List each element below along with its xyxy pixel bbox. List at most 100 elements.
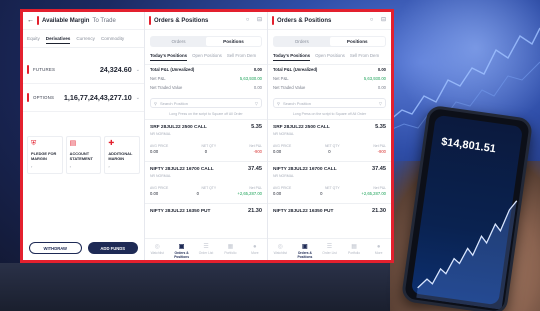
filter-icon[interactable]: ▽ (255, 101, 258, 106)
search-position-input[interactable]: ⚲ Search Position ▽ (273, 98, 386, 108)
square-off-hint: Long Press on the script to Square off A… (145, 110, 267, 120)
position-ltp: 5.35 (251, 124, 262, 130)
position-ltp: 37.45 (248, 166, 262, 172)
orders-segment[interactable]: Orders (274, 37, 330, 46)
tab-open-positions[interactable]: Open Positions (192, 53, 222, 61)
net-traded-row: Net Traded Value 0.00 (268, 83, 391, 92)
position-product: NR NORMAL (273, 132, 295, 136)
position-ltp: 5.35 (375, 124, 386, 130)
pledge-card[interactable]: ⛨ PLEDGE FOR MARGIN › (27, 136, 63, 174)
statement-card[interactable]: ▤ ACCOUNT STATEMENT › (65, 136, 102, 174)
options-row[interactable]: OPTIONS 1,16,77,24,43,277.10 ⌄ (23, 84, 144, 112)
search-position-input[interactable]: ⚲ Search Position ▽ (150, 98, 262, 108)
tab-commodity[interactable]: Commodity (101, 36, 124, 44)
position-product: NR NORMAL (150, 174, 172, 178)
tab-todays-positions[interactable]: Today's Positions (150, 53, 188, 61)
list-icon: ☰ (203, 244, 209, 250)
avg-price-header: AVG PRICE (150, 144, 169, 148)
net-pnl-header: Net P&L (249, 144, 262, 148)
chevron-down-icon[interactable]: ⌄ (136, 67, 140, 73)
back-arrow-icon[interactable]: ← (27, 17, 34, 24)
available-margin-panel: ← Available Margin To Trade Equity Deriv… (23, 12, 145, 260)
position-row[interactable]: SRF 28JUL22 2500 CALL 5.35 NR NORMAL AVG… (145, 120, 267, 162)
page-title: Available Margin (42, 17, 90, 24)
tab-sell-from-demat[interactable]: Sell From Dem (350, 53, 379, 61)
accent-bar (27, 65, 29, 74)
portfolio-icon: ▦ (227, 244, 234, 250)
basket-icon[interactable]: ⊟ (256, 17, 263, 24)
more-icon: ● (253, 244, 257, 250)
tab-currency[interactable]: Currency (76, 36, 95, 44)
nav-order-list[interactable]: ☰ Order List (317, 239, 342, 260)
tab-open-positions[interactable]: Open Positions (315, 53, 345, 61)
nav-orders-positions[interactable]: ▣ Orders & Positions (293, 239, 318, 260)
tab-derivatives[interactable]: Derivatives (45, 36, 71, 44)
chevron-right-icon: › (69, 164, 72, 169)
net-pnl-value: 5,63,930.00 (239, 76, 262, 81)
margin-card[interactable]: ✚ ADDITIONAL MARGIN › (104, 136, 141, 174)
nav-orders-positions[interactable]: ▣ Orders & Positions (169, 239, 193, 260)
avg-price-header: AVG PRICE (273, 186, 292, 190)
tab-sell-from-demat[interactable]: Sell From Dem (227, 53, 256, 61)
nav-order-list[interactable]: ☰ Order List (194, 239, 218, 260)
total-pnl-label: Total P&L (Unrealized) (273, 67, 318, 72)
nav-more[interactable]: ● More (366, 239, 391, 260)
position-row[interactable]: NIFTY 28JUL22 16700 CALL 37.45 NR NORMAL… (268, 162, 391, 204)
position-ltp: 21.30 (372, 208, 386, 214)
position-name: NIFTY 28JUL22 16700 CALL (273, 166, 337, 172)
net-qty-value: 0 (320, 191, 323, 196)
net-pnl-header: Net P&L (249, 186, 262, 190)
chevron-down-icon[interactable]: ⌄ (136, 95, 140, 101)
futures-label: FUTURES (33, 67, 56, 72)
net-pnl-value: +2,65,287.00 (237, 191, 262, 196)
futures-row[interactable]: FUTURES 24,324.60 ⌄ (23, 56, 144, 84)
net-pnl-value: -900 (253, 149, 262, 154)
bottom-nav: ◎ Watchlist ▣ Orders & Positions ☰ Order Li… (268, 238, 391, 260)
net-traded-label: Net Traded Value (273, 85, 306, 90)
phone-price: $14,801.51 (440, 135, 497, 156)
avg-price-header: AVG PRICE (273, 144, 292, 148)
position-product: NR NORMAL (150, 132, 172, 136)
net-pnl-value: +2,65,287.00 (361, 191, 386, 196)
search-icon[interactable]: ○ (368, 17, 375, 24)
orders-icon: ▣ (178, 244, 185, 250)
futures-value: 24,324.60 (99, 65, 132, 74)
positions-segment[interactable]: Positions (329, 37, 385, 46)
filter-icon[interactable]: ▽ (379, 101, 382, 106)
nav-watchlist[interactable]: ◎ Watchlist (145, 239, 169, 260)
withdraw-button[interactable]: WITHDRAW (29, 242, 82, 254)
tab-todays-positions[interactable]: Today's Positions (273, 53, 311, 61)
action-cards: ⛨ PLEDGE FOR MARGIN › ▤ ACCOUNT STATEMEN… (27, 136, 141, 174)
accent-bar (27, 93, 29, 102)
basket-icon[interactable]: ⊟ (380, 17, 387, 24)
watchlist-icon: ◎ (154, 244, 160, 250)
add-funds-button[interactable]: ADD FUNDS (87, 242, 138, 254)
positions-segment[interactable]: Positions (206, 37, 261, 46)
orders-segment[interactable]: Orders (151, 37, 206, 46)
statement-label: ACCOUNT STATEMENT (69, 151, 93, 161)
position-row[interactable]: NIFTY 28JUL22 16350 PUT 21.30 (145, 204, 267, 222)
phone-chart (416, 200, 518, 310)
segment-tabs: Equity Derivatives Currency Commodity (23, 30, 144, 48)
positions-tabs: Today's Positions Open Positions Sell Fr… (268, 51, 391, 65)
nav-portfolio[interactable]: ▦ Portfolio (342, 239, 367, 260)
net-qty-header: NET QTY (201, 186, 217, 190)
nav-portfolio[interactable]: ▦ Portfolio (218, 239, 242, 260)
position-row[interactable]: SRF 28JUL22 2500 CALL 5.35 NR NORMAL AVG… (268, 120, 391, 162)
page-title: Orders & Positions (154, 17, 209, 24)
nav-watchlist[interactable]: ◎ Watchlist (268, 239, 293, 260)
orders-positions-toggle: Orders Positions (150, 36, 262, 47)
position-row[interactable]: NIFTY 28JUL22 16700 CALL 37.45 NR NORMAL… (145, 162, 267, 204)
position-name: NIFTY 28JUL22 16700 CALL (150, 166, 214, 172)
search-icon[interactable]: ○ (244, 17, 251, 24)
panel-header: ← Available Margin To Trade (23, 12, 144, 30)
net-traded-value: 0.00 (377, 85, 386, 90)
position-row[interactable]: NIFTY 28JUL22 16350 PUT 21.30 (268, 204, 391, 222)
bottom-nav: ◎ Watchlist ▣ Orders & Positions ☰ Order Li… (145, 238, 267, 260)
options-label: OPTIONS (33, 95, 55, 100)
list-icon: ☰ (326, 244, 333, 250)
more-icon: ● (376, 244, 381, 250)
nav-more[interactable]: ● More (243, 239, 267, 260)
accent-bar (37, 16, 39, 25)
tab-equity[interactable]: Equity (27, 36, 40, 44)
